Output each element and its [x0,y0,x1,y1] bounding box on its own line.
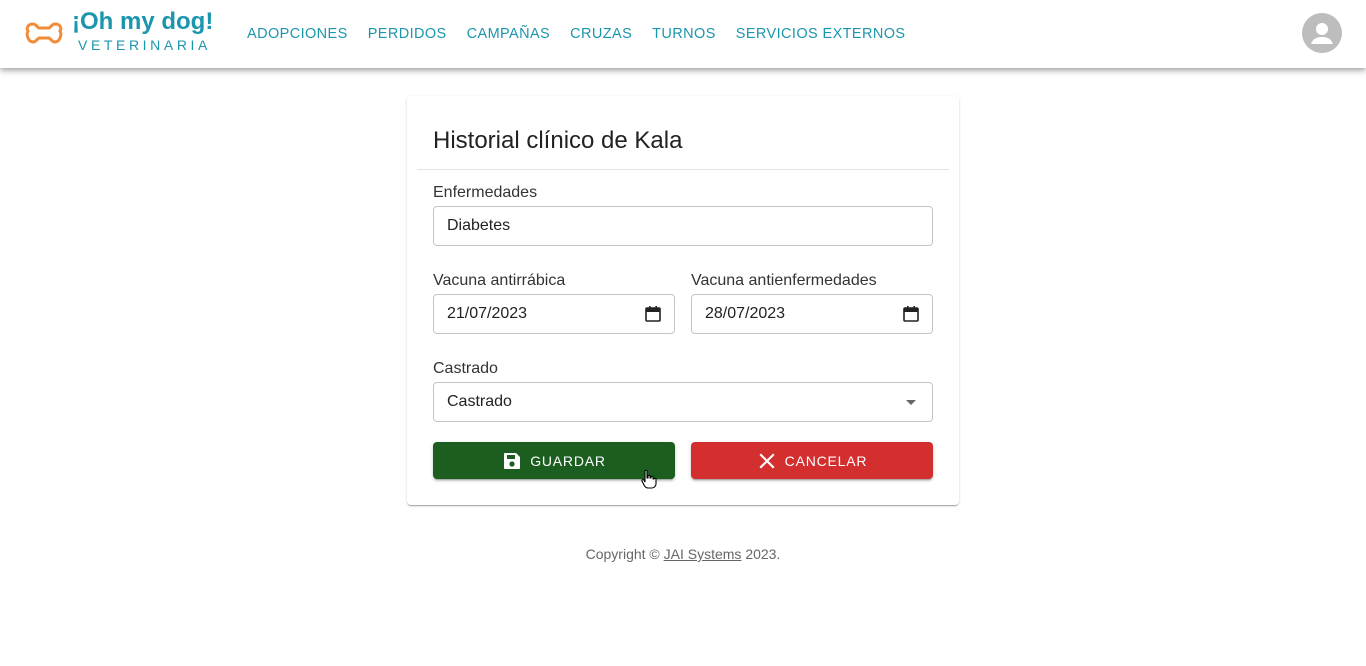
nav-servicios-externos[interactable]: SERVICIOS EXTERNOS [726,26,916,42]
nav-perdidos[interactable]: PERDIDOS [358,26,457,42]
vacuna-antienfermedades-date-input[interactable]: 28/07/2023 [691,294,933,334]
brand-subtitle: VETERINARIA [78,37,211,53]
nav-campanas[interactable]: CAMPAÑAS [457,26,561,42]
castrado-value: Castrado [447,393,512,410]
brand-title: ¡Oh my dog! [72,8,214,35]
calendar-icon[interactable] [644,305,662,323]
brand[interactable]: ¡Oh my dog! VETERINARIA [72,8,222,54]
footer-link[interactable]: JAI Systems [664,546,742,562]
vacuna-antirrabica-label: Vacuna antirrábica [433,272,566,289]
nav-cruzas[interactable]: CRUZAS [560,26,642,42]
page-title: Historial clínico de Kala [433,127,683,154]
close-icon [759,452,775,469]
footer-suffix: 2023. [745,546,781,562]
castrado-select[interactable]: Castrado [433,382,933,422]
calendar-icon[interactable] [902,305,920,323]
vacuna-antirrabica-value: 21/07/2023 [447,305,528,322]
castrado-label: Castrado [433,360,498,377]
user-avatar[interactable] [1302,13,1342,53]
main-nav: ADOPCIONES PERDIDOS CAMPAÑAS CRUZAS TURN… [237,0,915,68]
account-circle-icon [1311,23,1333,44]
enfermedades-label: Enfermedades [433,184,538,201]
footer-prefix: Copyright © [585,546,660,562]
cancel-label: CANCELAR [784,452,868,469]
hand-cursor-icon [641,469,657,489]
dropdown-arrow-icon [906,400,916,405]
divider [417,169,949,170]
vacuna-antienfermedades-label: Vacuna antienfermedades [691,272,877,289]
save-label: GUARDAR [530,452,606,469]
save-icon [504,452,521,469]
nav-turnos[interactable]: TURNOS [642,26,726,42]
vacuna-antirrabica-date-input[interactable]: 21/07/2023 [433,294,675,334]
vacuna-antienfermedades-value: 28/07/2023 [705,305,786,322]
enfermedades-value: Diabetes [447,217,511,234]
footer: Copyright © JAI Systems 2023. [0,546,1366,562]
app-bar: ¡Oh my dog! VETERINARIA ADOPCIONES PERDI… [0,0,1366,68]
save-button[interactable]: GUARDAR [433,442,675,479]
cancel-button[interactable]: CANCELAR [691,442,933,479]
clinical-history-card: Historial clínico de Kala Enfermedades D… [407,96,959,505]
enfermedades-input[interactable]: Diabetes [433,206,933,246]
bone-icon[interactable] [25,21,63,45]
nav-adopciones[interactable]: ADOPCIONES [237,26,358,42]
